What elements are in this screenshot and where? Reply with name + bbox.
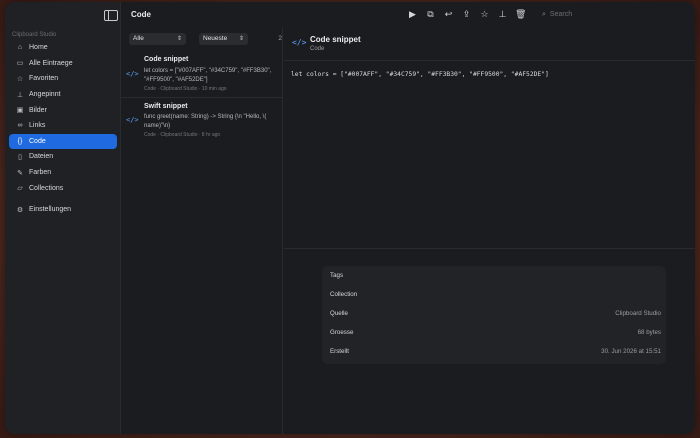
sidebar-item-label: Einstellungen	[29, 206, 72, 214]
photo-icon: ▣	[16, 107, 24, 115]
house-icon: ⌂	[17, 44, 23, 52]
detail-divider	[284, 60, 695, 61]
sidebar-item-label: Favoriten	[29, 75, 59, 83]
meta-value: Clipboard Studio	[615, 310, 661, 317]
code-icon: </>	[126, 116, 139, 124]
sidebar-item-farben[interactable]: ✎ Farben	[9, 165, 117, 181]
sidebar-item-bilder[interactable]: ▣ Bilder	[9, 102, 117, 118]
sidebar-item-label: Alle Eintraege	[29, 59, 73, 67]
pin-icon[interactable]: ⊥	[497, 9, 508, 20]
copy-icon[interactable]: ⧉	[425, 9, 436, 20]
sidebar-item-label: Bilder	[29, 106, 47, 114]
sidebar-item-home[interactable]: ⌂ Home	[9, 40, 117, 56]
list-item-meta: Code · Clipboard Studio · 10 min ago	[144, 86, 227, 92]
code-icon: </>	[292, 38, 307, 47]
meta-row-groesse: Groesse 68 bytes	[322, 323, 666, 342]
sidebar-item-label: Angepinnt	[29, 91, 61, 99]
sidebar-item-angepinnt[interactable]: ⊥ Angepinnt	[9, 87, 117, 103]
preview-line: func greet(name: String) -> String {\n "…	[144, 114, 267, 120]
meta-row-tags[interactable]: Tags	[322, 266, 666, 285]
list-item-title: Swift snippet	[144, 103, 188, 110]
type-filter-select[interactable]: Alle ⇕	[129, 33, 186, 45]
list-divider	[121, 97, 283, 98]
snippet-list: Alle ⇕ Neueste ⇕ 2 </> Code snippet let …	[121, 28, 283, 434]
star-icon: ☆	[16, 75, 24, 83]
meta-row-collection[interactable]: Collection	[322, 285, 666, 304]
sidebar-item-collections[interactable]: ▱ Collections	[9, 180, 117, 196]
preview-line: name)"\n}	[144, 122, 171, 129]
item-count: 2	[278, 35, 282, 42]
sidebar-item-favoriten[interactable]: ☆ Favoriten	[9, 71, 117, 87]
sidebar-item-code[interactable]: {} Code	[9, 133, 117, 150]
sort-filter-value: Neueste	[203, 35, 228, 42]
meta-value: 30. Jun 2026 at 15:51	[601, 348, 661, 355]
chevron-updown-icon: ⇕	[238, 36, 244, 42]
sidebar-item-alle-eintraege[interactable]: ▭ Alle Eintraege	[9, 56, 117, 72]
meta-row-erstellt: Erstellt 30. Jun 2026 at 15:51	[322, 342, 666, 361]
sidebar: Clipboard Studio ⌂ Home ▭ Alle Eintraege ☆…	[5, 2, 121, 434]
sidebar-item-label: Code	[29, 137, 46, 145]
chevron-updown-icon: ⇕	[176, 36, 182, 42]
return-icon[interactable]: ↩	[443, 9, 454, 20]
metadata-panel: Tags Collection Quelle Clipboard Studio G…	[322, 266, 666, 364]
sidebar-toggle-icon[interactable]	[104, 10, 118, 21]
search-placeholder: Search	[549, 11, 573, 18]
list-filters: Alle ⇕ Neueste ⇕ 2	[129, 33, 282, 45]
meta-value: 68 bytes	[637, 329, 661, 336]
preview-line: "#FF9500", "#AF52DE"]	[144, 76, 208, 83]
list-item-title: Code snippet	[144, 56, 189, 63]
gear-icon: ⚙	[16, 206, 24, 214]
meta-row-quelle: Quelle Clipboard Studio	[322, 304, 666, 323]
tray-icon: ▭	[16, 60, 24, 68]
link-icon: ∞	[17, 122, 23, 130]
play-icon[interactable]: ▶	[407, 9, 418, 20]
sidebar-item-label: Collections	[29, 184, 64, 192]
sidebar-item-einstellungen[interactable]: ⚙ Einstellungen	[9, 202, 117, 218]
share-icon[interactable]: ⇪	[461, 9, 472, 20]
sort-filter-select[interactable]: Neueste ⇕	[199, 33, 248, 45]
meta-key: Tags	[330, 272, 344, 279]
braces-icon: {}	[17, 137, 23, 145]
search-input[interactable]: ⌕ Search	[542, 8, 682, 21]
sidebar-item-dateien[interactable]: ▯ Dateien	[9, 149, 117, 165]
type-filter-value: Alle	[133, 35, 144, 42]
meta-key: Quelle	[330, 310, 348, 317]
meta-key: Erstellt	[330, 348, 349, 355]
detail-title: Code snippet	[310, 35, 361, 44]
sidebar-item-links[interactable]: ∞ Links	[9, 118, 117, 134]
sidebar-section-label: Clipboard Studio	[12, 32, 57, 38]
code-content[interactable]: let colors = ["#007AFF", "#34C759", "#FF…	[291, 71, 549, 78]
sidebar-item-label: Links	[29, 122, 46, 130]
eyedropper-icon: ✎	[17, 169, 23, 177]
doc-icon: ▯	[18, 153, 22, 161]
pin-icon: ⊥	[16, 91, 24, 99]
sidebar-item-label: Dateien	[29, 153, 54, 161]
app-window: Clipboard Studio ⌂ Home ▭ Alle Eintraege ☆…	[5, 2, 695, 434]
folder-icon: ▱	[17, 185, 23, 193]
list-item-meta: Code · Clipboard Studio · 8 hr ago	[144, 132, 221, 138]
meta-key: Groesse	[330, 329, 354, 336]
code-icon: </>	[126, 70, 139, 78]
sidebar-nav: ⌂ Home ▭ Alle Eintraege ☆ Favoriten ⊥ Angepi…	[9, 40, 117, 218]
sidebar-item-label: Farben	[29, 169, 52, 177]
page-title: Code	[131, 10, 151, 19]
sidebar-item-label: Home	[29, 44, 48, 52]
detail-subtitle: Code	[310, 46, 325, 52]
detail-divider	[284, 248, 695, 249]
search-icon: ⌕	[542, 10, 546, 18]
meta-key: Collection	[330, 291, 358, 298]
toolbar-actions: ▶ ⧉ ↩ ⇪ ☆ ⊥ 🗑	[407, 9, 526, 20]
list-item-preview: let colors = ["#007AFF", "#34C759", "#FF…	[144, 67, 280, 84]
detail-pane: </> Code snippet Code let colors = ["#00…	[284, 28, 695, 434]
star-icon[interactable]: ☆	[479, 9, 490, 20]
toolbar: Code ▶ ⧉ ↩ ⇪ ☆ ⊥ 🗑 ⌕ Search	[121, 2, 695, 28]
preview-line: let colors = ["#007AFF", "#34C759", "#FF…	[144, 68, 272, 74]
trash-icon[interactable]: 🗑	[515, 9, 526, 20]
list-item-preview: func greet(name: String) -> String {\n "…	[144, 113, 280, 130]
